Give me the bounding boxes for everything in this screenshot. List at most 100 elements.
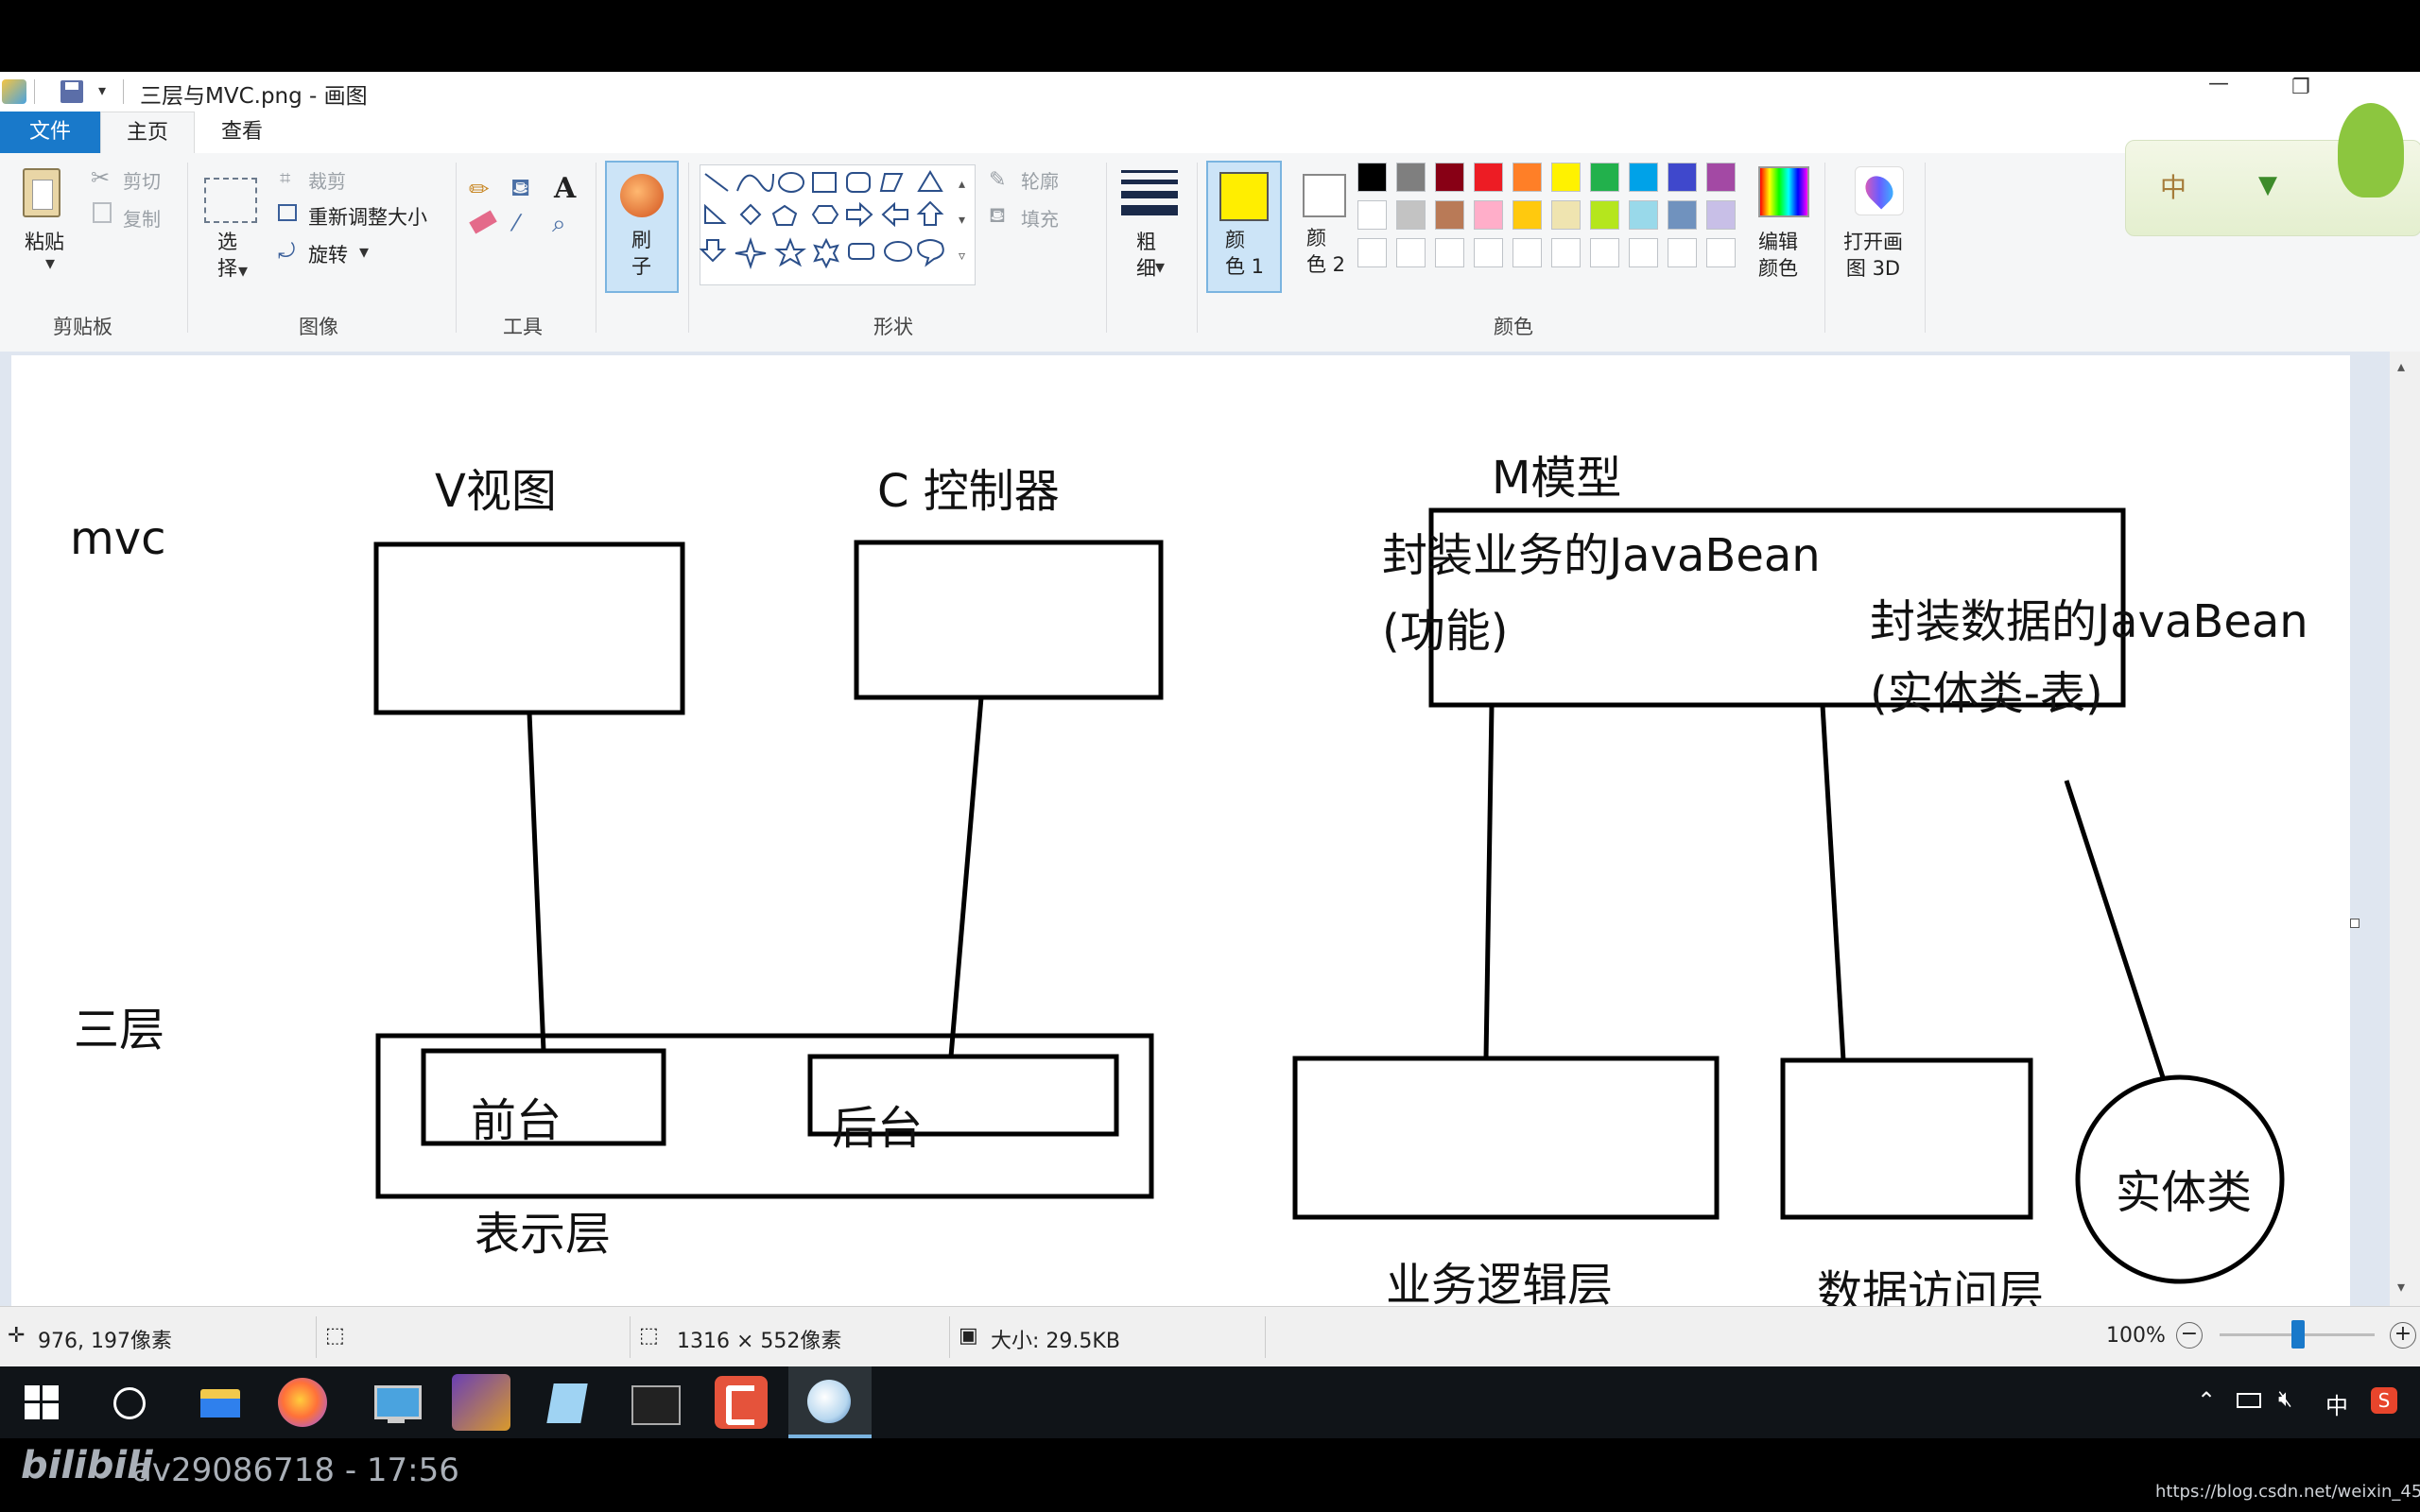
restore-button[interactable]: ❐ — [2291, 76, 2310, 99]
ime-tray-indicator[interactable]: 中 — [2325, 1387, 2348, 1420]
palette-swatch[interactable] — [1396, 163, 1426, 192]
palette-swatch[interactable] — [1512, 200, 1542, 230]
color2-button[interactable]: 颜 色 2 — [1289, 161, 1365, 293]
volume-muted-icon[interactable]: 🔇︎ — [2278, 1385, 2292, 1412]
outline-button[interactable]: 轮廓 — [1021, 166, 1059, 194]
color-picker-icon[interactable]: ⁄ — [514, 210, 518, 236]
palette-swatch[interactable] — [1396, 200, 1426, 230]
save-icon[interactable] — [60, 80, 83, 103]
eraser-icon[interactable] — [469, 210, 497, 234]
paste-icon[interactable] — [23, 168, 60, 217]
palette-swatch[interactable] — [1474, 163, 1503, 192]
palette-swatch[interactable] — [1435, 163, 1464, 192]
paste-dropdown-icon[interactable]: ▾ — [45, 251, 55, 274]
file-explorer-icon[interactable] — [191, 1374, 250, 1431]
start-windows-icon[interactable] — [25, 1385, 59, 1419]
palette-swatch[interactable] — [1551, 200, 1581, 230]
zoom-in-button[interactable]: + — [2390, 1322, 2416, 1349]
zoom-out-button[interactable]: − — [2176, 1322, 2203, 1349]
color1-label: 颜 色 1 — [1225, 229, 1265, 278]
custom-color-slot[interactable] — [1590, 238, 1619, 267]
palette-swatch[interactable] — [1706, 163, 1736, 192]
vertical-scrollbar[interactable]: ▴ ▾ — [2390, 352, 2420, 1306]
tray-expand-icon[interactable]: ⌃ — [2197, 1387, 2216, 1414]
minimize-button[interactable]: — — [2208, 72, 2229, 95]
palette-swatch[interactable] — [1706, 200, 1736, 230]
palette-swatch[interactable] — [1474, 200, 1503, 230]
custom-color-slot[interactable] — [1474, 238, 1503, 267]
palette-swatch[interactable] — [1435, 200, 1464, 230]
game-app-icon[interactable] — [452, 1374, 510, 1431]
palette-swatch[interactable] — [1357, 163, 1387, 192]
drawing-canvas[interactable]: mvc 三层 V视图 C 控制器 M模型 封装业务的JavaBean (功能) … — [11, 355, 2350, 1387]
custom-color-slot[interactable] — [1396, 238, 1426, 267]
battery-icon[interactable] — [2237, 1393, 2261, 1408]
paint3d-icon[interactable] — [1855, 166, 1904, 215]
sogou-icon[interactable]: S — [2371, 1387, 2397, 1414]
select-dropdown-icon[interactable]: ▾ — [238, 259, 248, 282]
zoom-slider-thumb[interactable] — [2291, 1320, 2305, 1349]
resize-icon[interactable] — [278, 204, 297, 221]
quick-access-dropdown-icon[interactable]: ▾ — [98, 81, 106, 99]
fill-bucket-icon[interactable]: ⛾ — [510, 174, 530, 206]
cut-icon[interactable]: ✂ — [91, 164, 110, 191]
crop-button[interactable]: 裁剪 — [308, 166, 346, 194]
size-button[interactable]: 粗 细 — [1136, 229, 1156, 282]
computer-icon[interactable] — [367, 1374, 425, 1431]
rotate-button[interactable]: 旋转 — [308, 240, 348, 268]
palette-swatch[interactable] — [1590, 200, 1619, 230]
palette-swatch[interactable] — [1668, 200, 1697, 230]
color1-button[interactable]: 颜 色 1 — [1206, 161, 1282, 293]
palette-swatch[interactable] — [1629, 163, 1658, 192]
fill-button[interactable]: 填充 — [1021, 204, 1059, 232]
magnifier-icon[interactable]: ⌕ — [552, 210, 566, 239]
view-box — [373, 541, 685, 715]
copy-icon[interactable] — [93, 202, 112, 223]
paint-taskbar-button[interactable] — [788, 1366, 872, 1438]
c-app-icon[interactable] — [715, 1376, 768, 1429]
paint3d-button[interactable]: 打开画 图 3D — [1843, 229, 1903, 282]
palette-swatch[interactable] — [1551, 163, 1581, 192]
palette-swatch[interactable] — [1357, 200, 1387, 230]
canvas-resize-handle[interactable] — [2350, 919, 2360, 928]
shapes-scroll-icons[interactable]: ▴ ▾ ▿ — [959, 166, 965, 274]
custom-color-slot[interactable] — [1629, 238, 1658, 267]
select-icon[interactable] — [204, 178, 257, 223]
custom-color-slot[interactable] — [1512, 238, 1542, 267]
custom-color-slot[interactable] — [1357, 238, 1387, 267]
palette-swatch[interactable] — [1512, 163, 1542, 192]
terminal-icon[interactable] — [626, 1374, 684, 1431]
copy-button[interactable]: 复制 — [123, 204, 161, 232]
text-tool-icon[interactable]: A — [554, 172, 576, 205]
resize-button[interactable]: 重新调整大小 — [308, 202, 427, 231]
cut-button[interactable]: 剪切 — [123, 166, 161, 194]
custom-color-slot[interactable] — [1435, 238, 1464, 267]
size-dropdown-icon[interactable]: ▾ — [1155, 255, 1165, 278]
tab-file[interactable]: 文件 — [0, 112, 100, 153]
outline-icon[interactable]: ✎ — [989, 168, 1006, 192]
custom-color-slot[interactable] — [1706, 238, 1736, 267]
rotate-dropdown-icon[interactable]: ▾ — [359, 240, 369, 263]
brush-button[interactable]: 刷 子 — [605, 161, 679, 293]
tab-home[interactable]: 主页 — [100, 112, 195, 154]
custom-color-slot[interactable] — [1551, 238, 1581, 267]
notepad-app-icon[interactable] — [539, 1374, 597, 1431]
search-cortana-icon[interactable] — [113, 1387, 146, 1419]
tab-view[interactable]: 查看 — [195, 112, 289, 153]
size-icon[interactable] — [1121, 170, 1178, 215]
rotate-icon[interactable]: ⤾ — [278, 240, 295, 264]
pencil-icon[interactable]: ✏ — [469, 176, 490, 204]
palette-swatch[interactable] — [1590, 163, 1619, 192]
select-button[interactable]: 选 择 — [217, 229, 237, 282]
palette-swatch[interactable] — [1629, 200, 1658, 230]
palette-swatch[interactable] — [1668, 163, 1697, 192]
paste-button[interactable]: 粘贴 — [25, 227, 64, 255]
custom-color-slot[interactable] — [1668, 238, 1697, 267]
edit-colors-button[interactable]: 编辑 颜色 — [1758, 229, 1798, 282]
crop-icon[interactable]: ⌗ — [280, 166, 290, 189]
scroll-up-icon[interactable]: ▴ — [2397, 357, 2405, 375]
edit-colors-icon[interactable] — [1758, 166, 1809, 217]
fill-icon[interactable]: ⛾ — [989, 204, 1006, 231]
firefox-icon[interactable] — [278, 1378, 327, 1427]
scroll-down-icon[interactable]: ▾ — [2397, 1278, 2405, 1296]
